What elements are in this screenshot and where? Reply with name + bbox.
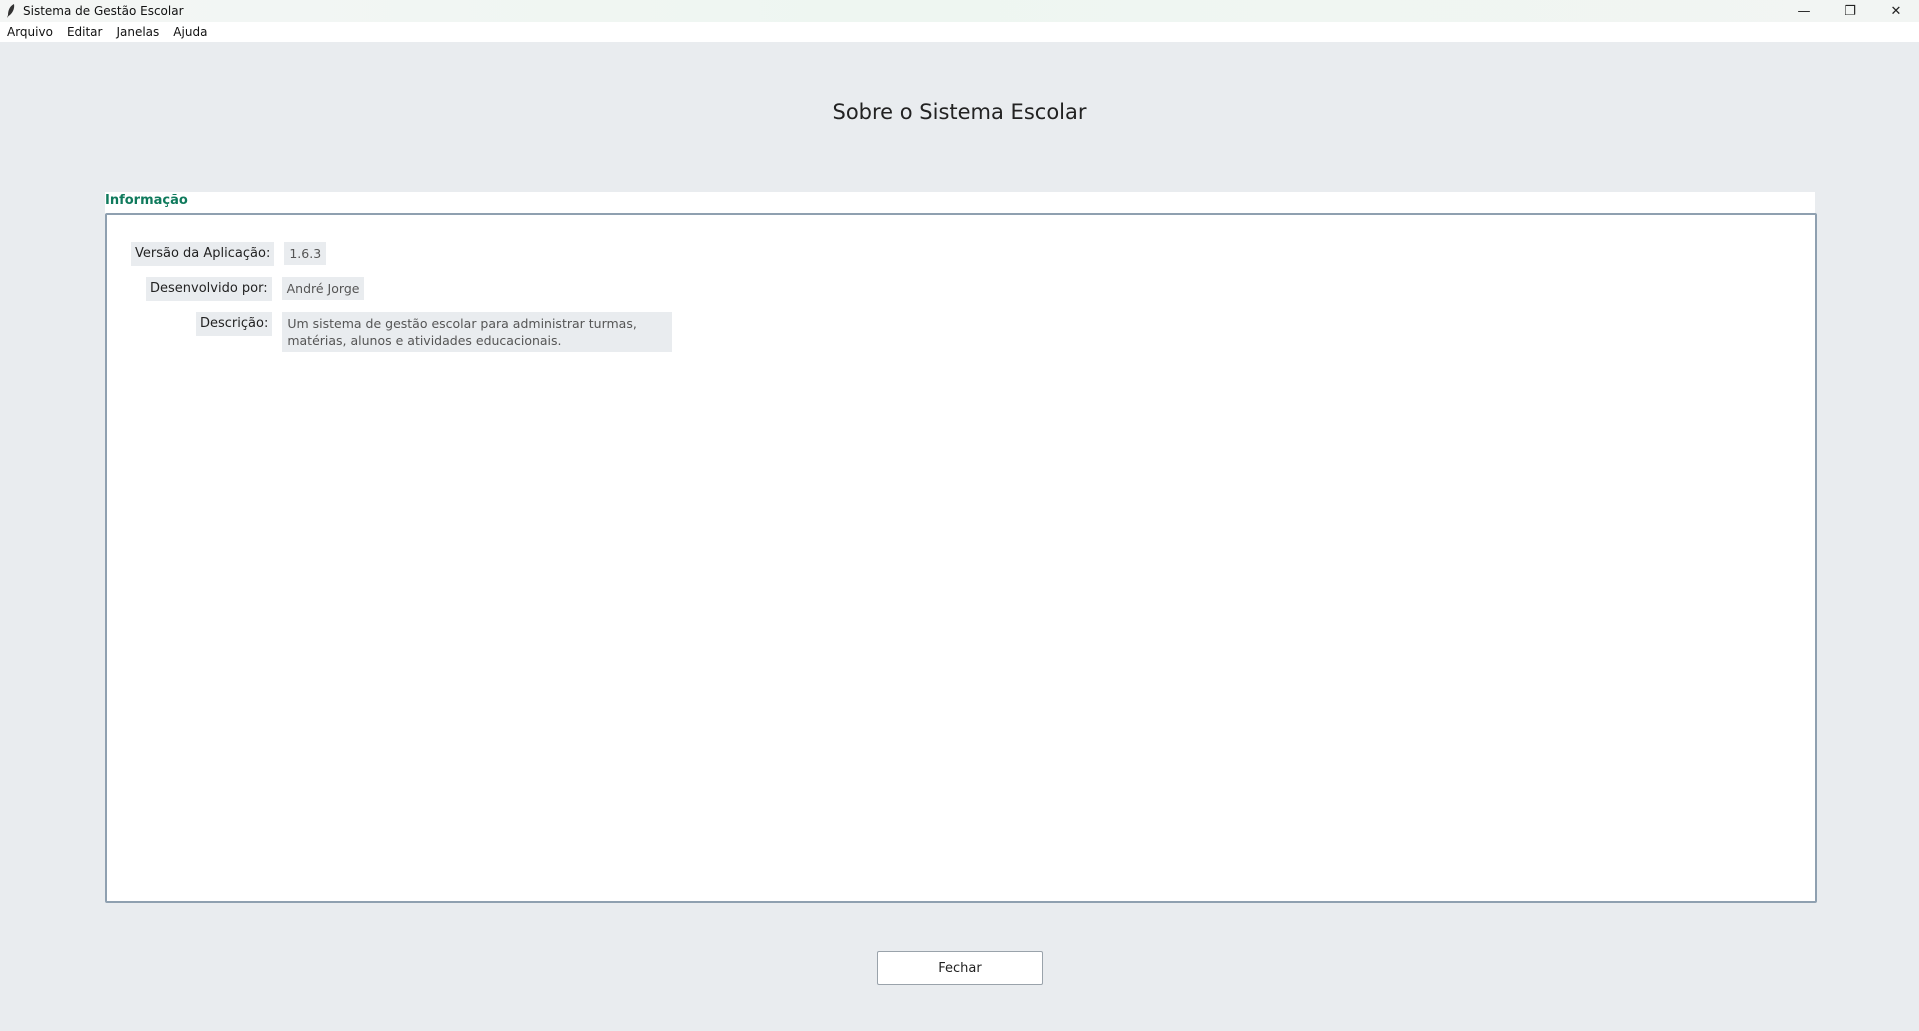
menu-bar: Arquivo Editar Janelas Ajuda <box>0 22 1919 42</box>
maximize-icon: ❐ <box>1844 3 1856 19</box>
field-row-developer: Desenvolvido por: André Jorge <box>146 277 365 301</box>
info-group-box: Versão da Aplicação: 1.6.3 Desenvolvido … <box>105 213 1817 903</box>
maximize-button[interactable]: ❐ <box>1827 0 1873 22</box>
field-row-description: Descrição: Um sistema de gestão escolar … <box>196 312 673 352</box>
window-controls: — ❐ ✕ <box>1781 0 1919 22</box>
developer-label: Desenvolvido por: <box>146 277 272 301</box>
menu-arquivo[interactable]: Arquivo <box>0 22 60 42</box>
title-bar[interactable]: Sistema de Gestão Escolar — ❐ ✕ <box>0 0 1919 22</box>
description-value: Um sistema de gestão escolar para admini… <box>282 312 673 352</box>
field-row-version: Versão da Aplicação: 1.6.3 <box>131 242 327 266</box>
info-group-label: Informação <box>105 193 188 208</box>
menu-editar[interactable]: Editar <box>60 22 110 42</box>
description-label: Descrição: <box>196 312 273 336</box>
close-window-button[interactable]: ✕ <box>1873 0 1919 22</box>
menu-ajuda[interactable]: Ajuda <box>166 22 214 42</box>
app-window: Sistema de Gestão Escolar — ❐ ✕ Arquivo … <box>0 0 1919 1031</box>
info-group-header: Informação <box>105 192 1815 214</box>
close-button[interactable]: Fechar <box>877 951 1043 985</box>
menu-janelas[interactable]: Janelas <box>109 22 166 42</box>
developer-value: André Jorge <box>281 277 365 300</box>
window-title: Sistema de Gestão Escolar <box>23 4 184 18</box>
page-title: Sobre o Sistema Escolar <box>832 100 1087 124</box>
version-label: Versão da Aplicação: <box>131 242 275 266</box>
version-value: 1.6.3 <box>284 242 327 265</box>
minimize-button[interactable]: — <box>1781 0 1827 22</box>
minimize-icon: — <box>1797 3 1811 19</box>
feather-icon <box>7 4 15 18</box>
close-icon: ✕ <box>1890 3 1902 19</box>
